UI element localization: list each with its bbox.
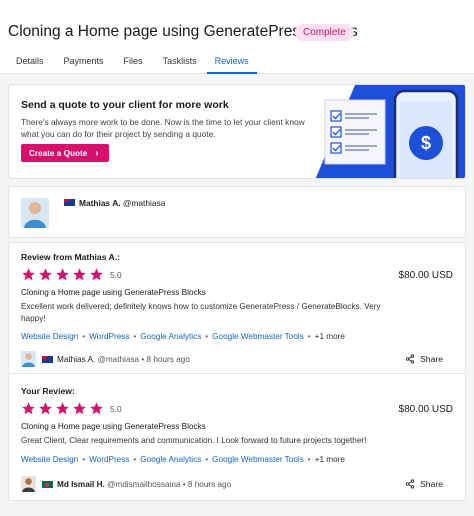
skill-link[interactable]: Google Analytics xyxy=(140,455,201,464)
skill-link[interactable]: Google Analytics xyxy=(140,332,201,341)
review-author: Md Ismail H. @mdismailhossaina • 8 hours… xyxy=(57,480,232,489)
tab-reviews[interactable]: Reviews xyxy=(206,52,257,74)
share-icon xyxy=(405,479,415,489)
review-time: 8 hours ago xyxy=(146,355,190,364)
promo-body: There's always more work to be done. Now… xyxy=(21,117,305,139)
avatar[interactable] xyxy=(21,198,49,228)
review-meta: Mathias A. @mathiasa • 8 hours ago Share xyxy=(21,351,451,369)
star-icon xyxy=(90,402,103,415)
more-skills-link[interactable]: +1 more xyxy=(315,455,345,464)
review-project-title: Cloning a Home page using GeneratePress … xyxy=(21,422,206,431)
create-quote-button[interactable]: Create a Quote › xyxy=(21,144,109,162)
promo-heading: Send a quote to your client for more wor… xyxy=(21,99,229,111)
star-icon xyxy=(73,268,86,281)
star-rating: 5.0 xyxy=(21,401,122,416)
share-icon xyxy=(405,354,415,364)
client-name[interactable]: Mathias A. @mathiasa xyxy=(79,198,165,208)
skill-link[interactable]: WordPress xyxy=(89,332,129,341)
rating-value: 5.0 xyxy=(110,269,122,280)
skill-link[interactable]: WordPress xyxy=(89,455,129,464)
tab-files[interactable]: Files xyxy=(124,52,143,74)
tab-payments[interactable]: Payments xyxy=(64,52,104,74)
star-icon xyxy=(56,402,69,415)
author-name[interactable]: Md Ismail H. xyxy=(57,480,105,489)
rating-value: 5.0 xyxy=(110,403,122,414)
skill-link[interactable]: Website Design xyxy=(21,455,78,464)
avatar[interactable] xyxy=(21,476,36,492)
skill-link[interactable]: Google Webmaster Tools xyxy=(212,332,304,341)
star-icon xyxy=(73,402,86,415)
review-text: Great Client, Clear requirements and com… xyxy=(21,436,367,445)
skill-link[interactable]: Google Webmaster Tools xyxy=(212,455,304,464)
review-card: Review from Mathias A.: 5.0 $80.00 USD C… xyxy=(8,242,466,373)
star-rating: 5.0 xyxy=(21,267,122,282)
review-price: $80.00 USD xyxy=(398,404,453,415)
share-button[interactable]: Share xyxy=(405,479,443,489)
review-meta: Md Ismail H. @mdismailhossaina • 8 hours… xyxy=(21,476,451,494)
review-label: Review from Mathias A.: xyxy=(21,252,121,262)
star-icon xyxy=(39,268,52,281)
australia-flag-icon xyxy=(64,199,75,206)
tab-details[interactable]: Details xyxy=(16,52,44,74)
review-card: Your Review: 5.0 $80.00 USD Cloning a Ho… xyxy=(8,373,466,501)
star-icon xyxy=(22,268,35,281)
skill-link[interactable]: Website Design xyxy=(21,332,78,341)
review-time: 8 hours ago xyxy=(187,480,232,489)
review-project-title: Cloning a Home page using GeneratePress … xyxy=(21,288,206,297)
review-text: Excellent work delivered; definitely kno… xyxy=(21,302,381,323)
more-skills-link[interactable]: +1 more xyxy=(315,332,345,341)
status-badge: Complete xyxy=(295,24,354,41)
author-handle: @mathiasa xyxy=(97,355,140,364)
author-handle: @mdismailhossaina xyxy=(107,480,181,489)
project-header: Cloning a Home page using GeneratePress … xyxy=(0,0,474,74)
client-handle: @mathiasa xyxy=(122,198,166,208)
star-icon xyxy=(39,402,52,415)
star-icon xyxy=(22,402,35,415)
share-button[interactable]: Share xyxy=(405,354,443,364)
share-label: Share xyxy=(420,479,443,489)
australia-flag-icon xyxy=(42,356,53,363)
star-icon xyxy=(90,268,103,281)
avatar[interactable] xyxy=(21,351,36,367)
tab-bar: Details Payments Files Tasklists Reviews xyxy=(0,52,261,74)
client-display-name: Mathias A. xyxy=(79,198,121,208)
review-price: $80.00 USD xyxy=(398,270,453,281)
skill-tags: Website Design • WordPress • Google Analytic… xyxy=(21,455,345,464)
tab-tasklists[interactable]: Tasklists xyxy=(163,52,197,74)
create-quote-label: Create a Quote xyxy=(29,148,88,158)
svg-text:$: $ xyxy=(421,133,431,153)
share-label: Share xyxy=(420,354,443,364)
review-author: Mathias A. @mathiasa • 8 hours ago xyxy=(57,355,190,364)
star-icon xyxy=(56,268,69,281)
bangladesh-flag-icon xyxy=(42,481,53,488)
quote-promo-card: Send a quote to your client for more wor… xyxy=(8,84,466,179)
quote-illustration-icon: $ xyxy=(315,85,465,178)
author-name[interactable]: Mathias A. xyxy=(57,355,95,364)
client-profile-card: Mathias A. @mathiasa xyxy=(8,186,466,238)
review-label: Your Review: xyxy=(21,386,75,396)
skill-tags: Website Design • WordPress • Google Analytic… xyxy=(21,332,345,341)
chevron-right-icon: › xyxy=(95,147,99,159)
